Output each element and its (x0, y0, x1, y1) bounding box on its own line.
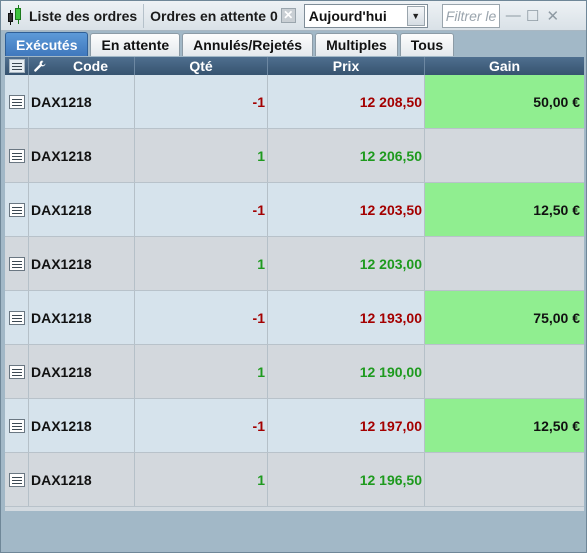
cell-code: DAX1218 (29, 237, 135, 290)
cell-code: DAX1218 (29, 399, 135, 452)
orders-table: Code Qté Prix Gain DAX1218 -1 12 208,50 50,… (5, 57, 584, 511)
orders-window: Liste des ordres Ordres en attente 0 ✕ A… (0, 0, 587, 553)
table-row[interactable]: DAX1218 1 12 190,00 (5, 345, 584, 399)
header-qty[interactable]: Qté (135, 57, 268, 75)
cell-qty: -1 (135, 399, 268, 452)
list-icon (8, 59, 25, 73)
header-details-column[interactable] (5, 57, 29, 75)
cell-code: DAX1218 (29, 129, 135, 182)
cell-prix: 12 208,50 (268, 75, 425, 128)
candlestick-icon (5, 4, 25, 27)
table-row[interactable]: DAX1218 -1 12 197,00 12,50 € (5, 399, 584, 453)
table-row[interactable]: DAX1218 1 12 196,50 (5, 453, 584, 507)
cell-gain: 50,00 € (425, 75, 584, 128)
cell-code: DAX1218 (29, 75, 135, 128)
cell-prix: 12 190,00 (268, 345, 425, 398)
cell-gain (425, 345, 584, 398)
cell-qty: 1 (135, 345, 268, 398)
header-gain[interactable]: Gain (425, 57, 584, 75)
cell-qty: -1 (135, 183, 268, 236)
header-prix[interactable]: Prix (268, 57, 425, 75)
table-row[interactable]: DAX1218 1 12 206,50 (5, 129, 584, 183)
clear-pending-icon[interactable]: ✕ (280, 8, 296, 23)
tab-annules-rejetes[interactable]: Annulés/Rejetés (182, 33, 314, 56)
order-details-icon[interactable] (8, 310, 25, 325)
window-title: Liste des ordres (29, 7, 138, 24)
cell-prix: 12 197,00 (268, 399, 425, 452)
toolbar: Liste des ordres Ordres en attente 0 ✕ A… (1, 1, 586, 31)
table-row[interactable]: DAX1218 1 12 203,00 (5, 237, 584, 291)
toolbar-divider (143, 3, 145, 28)
cell-gain: 12,50 € (425, 183, 584, 236)
order-details-icon[interactable] (8, 364, 25, 379)
cell-code: DAX1218 (29, 291, 135, 344)
header-code[interactable]: Code (51, 57, 135, 75)
cell-qty: 1 (135, 453, 268, 506)
period-select-value: Aujourd'hui (308, 7, 387, 24)
wrench-icon (34, 60, 46, 72)
period-select[interactable]: Aujourd'hui ▼ (303, 3, 428, 28)
order-details-icon[interactable] (8, 418, 25, 433)
cell-prix: 12 203,00 (268, 237, 425, 290)
window-controls: — ☐ ✕ (506, 7, 560, 25)
tab-tous[interactable]: Tous (399, 33, 455, 56)
cell-prix: 12 206,50 (268, 129, 425, 182)
cell-code: DAX1218 (29, 345, 135, 398)
maximize-icon[interactable]: ☐ (526, 7, 540, 25)
table-row[interactable]: DAX1218 -1 12 208,50 50,00 € (5, 75, 584, 129)
cell-qty: -1 (135, 291, 268, 344)
cell-prix: 12 193,00 (268, 291, 425, 344)
cell-gain (425, 453, 584, 506)
tab-executes[interactable]: Exécutés (5, 32, 89, 56)
cell-qty: 1 (135, 237, 268, 290)
cell-qty: 1 (135, 129, 268, 182)
cell-prix: 12 203,50 (268, 183, 425, 236)
chevron-down-icon[interactable]: ▼ (406, 5, 425, 26)
row-details-cell[interactable] (5, 183, 29, 236)
cell-gain (425, 237, 584, 290)
cell-gain: 75,00 € (425, 291, 584, 344)
order-details-icon[interactable] (8, 94, 25, 109)
row-details-cell[interactable] (5, 75, 29, 128)
cell-gain: 12,50 € (425, 399, 584, 452)
row-details-cell[interactable] (5, 345, 29, 398)
filter-input[interactable]: Filtrer le (441, 3, 500, 28)
table-header: Code Qté Prix Gain (5, 57, 584, 75)
order-details-icon[interactable] (8, 472, 25, 487)
row-details-cell[interactable] (5, 237, 29, 290)
order-details-icon[interactable] (8, 202, 25, 217)
cell-prix: 12 196,50 (268, 453, 425, 506)
row-details-cell[interactable] (5, 291, 29, 344)
table-row[interactable]: DAX1218 -1 12 193,00 75,00 € (5, 291, 584, 345)
row-details-cell[interactable] (5, 129, 29, 182)
header-settings[interactable] (29, 57, 51, 75)
order-details-icon[interactable] (8, 256, 25, 271)
cell-qty: -1 (135, 75, 268, 128)
table-row[interactable]: DAX1218 -1 12 203,50 12,50 € (5, 183, 584, 237)
row-details-cell[interactable] (5, 399, 29, 452)
cell-gain (425, 129, 584, 182)
row-details-cell[interactable] (5, 453, 29, 506)
tab-bar: Exécutés En attente Annulés/Rejetés Mult… (5, 32, 455, 57)
cell-code: DAX1218 (29, 183, 135, 236)
order-details-icon[interactable] (8, 148, 25, 163)
pending-orders-count: Ordres en attente 0 (150, 7, 278, 24)
tab-en-attente[interactable]: En attente (90, 33, 181, 56)
minimize-icon[interactable]: — (506, 7, 521, 25)
tab-multiples[interactable]: Multiples (315, 33, 398, 56)
close-icon[interactable]: ✕ (546, 7, 560, 25)
cell-code: DAX1218 (29, 453, 135, 506)
